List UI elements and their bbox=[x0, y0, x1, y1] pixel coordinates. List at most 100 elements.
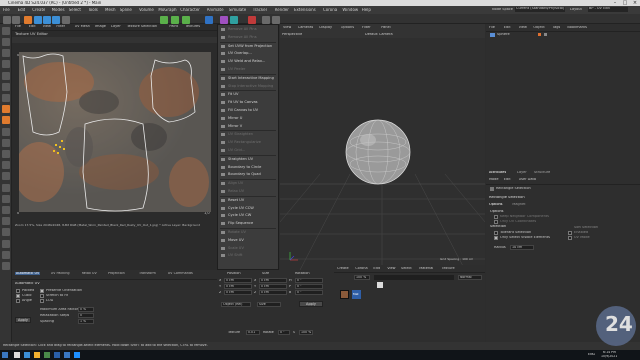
tool-icon-1[interactable] bbox=[2, 27, 10, 35]
node-space-select[interactable]: Current (Standard/Physical) bbox=[515, 7, 565, 12]
material-thumbnail[interactable] bbox=[340, 290, 349, 299]
cube-icon[interactable] bbox=[160, 16, 168, 24]
tool-icon-3[interactable] bbox=[2, 49, 10, 57]
attr-menu-mode[interactable]: Mode bbox=[489, 178, 499, 182]
coord-mode-select[interactable]: Object (Rel) bbox=[221, 302, 251, 307]
menu-item-fill-canvas-to-uv[interactable]: Fill Canvas to UV bbox=[218, 107, 278, 114]
taskbar-app-icon[interactable] bbox=[24, 352, 30, 358]
menu-item-uv-weld-and-relax-[interactable]: UV Weld and Relax... bbox=[218, 58, 278, 65]
coord-position-field[interactable]: 0 cm bbox=[224, 284, 252, 289]
tex-menu-uv-mesh[interactable]: UV Mesh bbox=[75, 25, 90, 29]
tool-icon-6[interactable] bbox=[2, 83, 10, 91]
menu-item-reset-uv[interactable]: Reset UV bbox=[218, 197, 278, 204]
coord-size-field[interactable]: 0 cm bbox=[259, 290, 287, 295]
taskbar-app-icon[interactable] bbox=[54, 352, 60, 358]
menu-animate[interactable]: Animate bbox=[207, 8, 224, 12]
tex-menu-textures[interactable]: Textures bbox=[185, 25, 200, 29]
tool-icon-16[interactable] bbox=[2, 195, 10, 203]
object-menu-object[interactable]: Object bbox=[533, 26, 544, 30]
tex-menu-image[interactable]: Image bbox=[95, 25, 106, 29]
viewport-menu-view[interactable]: View bbox=[283, 26, 291, 30]
tex-menu-layer[interactable]: Layer bbox=[111, 25, 121, 29]
material-menu-corona[interactable]: Corona bbox=[355, 267, 367, 271]
menu-item-mirror-v[interactable]: Mirror V bbox=[218, 123, 278, 130]
layer-slider[interactable] bbox=[374, 275, 454, 280]
menu-item-flip-sequence[interactable]: Flip Sequence bbox=[218, 220, 278, 227]
object-menu-bookmarks[interactable]: Bookmarks bbox=[567, 26, 587, 30]
menu-select[interactable]: Select bbox=[69, 8, 81, 12]
tool-icon-18[interactable] bbox=[2, 217, 10, 225]
tex-menu-edit[interactable]: Edit bbox=[29, 25, 36, 29]
menu-spline[interactable]: Spline bbox=[120, 8, 132, 12]
menu-volume[interactable]: Volume bbox=[139, 8, 154, 12]
uv-field-input[interactable]: 0 bbox=[78, 313, 94, 318]
attr-menu-user-data[interactable]: User Data bbox=[519, 178, 536, 182]
coord-size-field[interactable]: 0 cm bbox=[259, 284, 287, 289]
tool-icon-8[interactable] bbox=[2, 105, 10, 113]
material-menu-material[interactable]: Material bbox=[419, 267, 433, 271]
object-menu-view[interactable]: View bbox=[519, 26, 527, 30]
attr-subtab-options[interactable]: Options bbox=[489, 203, 503, 207]
menu-mograph[interactable]: MoGraph bbox=[158, 8, 176, 12]
tool-icon-7[interactable] bbox=[2, 94, 10, 102]
attr-checkbox[interactable] bbox=[494, 215, 498, 219]
scale-icon[interactable] bbox=[43, 16, 51, 24]
tex-menu-view[interactable]: View bbox=[43, 25, 51, 29]
layout-select[interactable]: BP - UV Edit bbox=[588, 7, 628, 12]
menu-item-mirror-u[interactable]: Mirror U bbox=[218, 115, 278, 122]
subdivide-icon[interactable] bbox=[182, 16, 190, 24]
uv-tab-relax-uv[interactable]: Relax UV bbox=[82, 272, 97, 275]
tool-icon-15[interactable] bbox=[2, 184, 10, 192]
menu-help[interactable]: Help bbox=[362, 8, 371, 12]
viewport-menu-cameras[interactable]: Cameras bbox=[298, 26, 314, 30]
auto-uv-apply-button[interactable]: Apply bbox=[15, 317, 31, 323]
tool-icon-2[interactable] bbox=[2, 38, 10, 46]
menu-file[interactable]: File bbox=[3, 8, 10, 12]
attr-subtab-magnet[interactable]: Magnet bbox=[512, 203, 525, 207]
uv-tab-projection[interactable]: Projection bbox=[108, 272, 125, 275]
uv-field-input[interactable]: 1 % bbox=[78, 319, 94, 324]
menu-item-uv-overlap-[interactable]: UV Overlap... bbox=[218, 50, 278, 57]
attr-menu-edit[interactable]: Edit bbox=[504, 178, 511, 182]
viewport-camera[interactable]: Default Camera bbox=[365, 33, 393, 37]
attr-tab-structure[interactable]: Structure bbox=[534, 171, 550, 175]
menu-item-fit-uv[interactable]: Fit UV bbox=[218, 91, 278, 98]
undo-icon[interactable] bbox=[3, 16, 11, 24]
light-icon[interactable] bbox=[262, 16, 270, 24]
rotate-field[interactable]: 0 ° bbox=[278, 330, 290, 335]
object-menu-tags[interactable]: Tags bbox=[553, 26, 561, 30]
menu-mesh[interactable]: Mesh bbox=[105, 8, 116, 12]
material-menu-texture[interactable]: Texture bbox=[442, 267, 455, 271]
tool-icon-20[interactable] bbox=[2, 240, 10, 248]
taskbar-app-icon[interactable] bbox=[74, 352, 80, 358]
uv-option-checkbox[interactable] bbox=[40, 294, 44, 298]
coord-size-field[interactable]: 0 cm bbox=[259, 278, 287, 283]
menu-character[interactable]: Character bbox=[180, 8, 200, 12]
coord-rotation-field[interactable]: 0 ° bbox=[295, 284, 323, 289]
uv-option-checkbox[interactable] bbox=[16, 294, 20, 298]
viewport-menu-display[interactable]: Display bbox=[319, 26, 332, 30]
material-menu-create[interactable]: Create bbox=[337, 267, 349, 271]
coord-size-select[interactable]: Size bbox=[257, 302, 281, 307]
coord-position-field[interactable]: 0 cm bbox=[224, 278, 252, 283]
attr-checkbox[interactable] bbox=[494, 220, 498, 224]
move-icon[interactable] bbox=[34, 16, 42, 24]
tag-icon[interactable] bbox=[538, 33, 541, 36]
tex-menu-texture-selection[interactable]: Texture Selection bbox=[127, 25, 157, 29]
menu-corona[interactable]: Corona bbox=[323, 8, 337, 12]
viewport-menu-options[interactable]: Options bbox=[341, 26, 355, 30]
soft-selection-checkbox[interactable] bbox=[568, 231, 572, 235]
menu-item-fit-uv-to-canvas[interactable]: Fit UV to Canvas bbox=[218, 99, 278, 106]
redo-icon[interactable] bbox=[12, 16, 20, 24]
viewport-menu-panel[interactable]: Panel bbox=[381, 26, 390, 30]
tool-icon-12[interactable] bbox=[2, 150, 10, 158]
menu-item-boundary-to-circle[interactable]: Boundary to Circle bbox=[218, 164, 278, 171]
render-icon[interactable] bbox=[205, 16, 213, 24]
tool-icon-11[interactable] bbox=[2, 139, 10, 147]
menu-item-cycle-uv-cw[interactable]: Cycle UV CW bbox=[218, 212, 278, 219]
uv-tab-uv-commands[interactable]: UV Commands bbox=[168, 272, 193, 275]
taskbar-app-icon[interactable] bbox=[64, 352, 70, 358]
uv-option-checkbox[interactable] bbox=[40, 299, 44, 303]
object-menu-edit[interactable]: Edit bbox=[504, 26, 511, 30]
menu-item-move-uv[interactable]: Move UV bbox=[218, 237, 278, 244]
